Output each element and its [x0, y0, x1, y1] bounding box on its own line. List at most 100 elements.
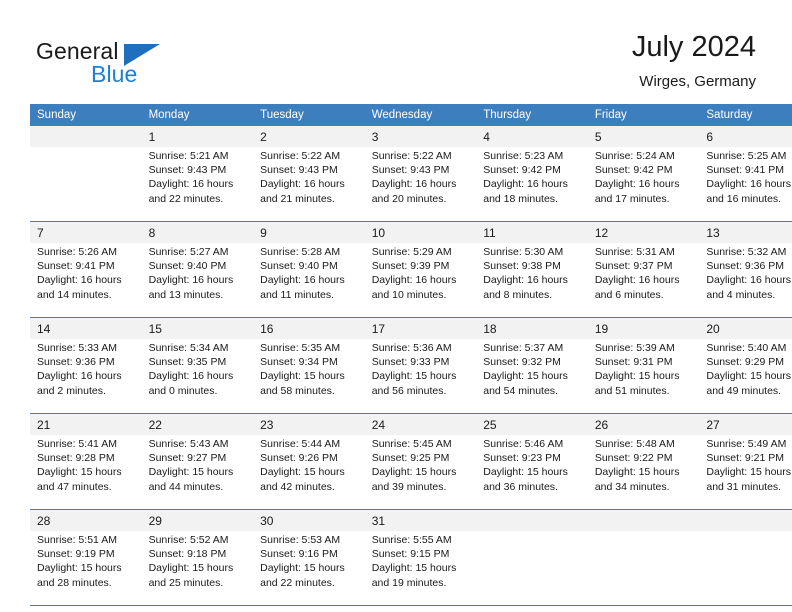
day-cell[interactable]: Sunrise: 5:31 AM Sunset: 9:37 PM Daylight:… [587, 243, 700, 317]
day-number[interactable]: 12 [587, 222, 700, 243]
day-sunset-text: Sunset: 9:32 PM [483, 356, 561, 369]
day-cell[interactable]: Sunrise: 5:55 AM Sunset: 9:15 PM Daylight:… [364, 531, 477, 605]
day-number[interactable]: 22 [141, 414, 254, 435]
day-cell[interactable]: Sunrise: 5:34 AM Sunset: 9:35 PM Daylight:… [141, 339, 254, 413]
day-cell-empty [587, 531, 700, 605]
day-cell[interactable]: Sunrise: 5:36 AM Sunset: 9:33 PM Daylight:… [364, 339, 477, 413]
day-number[interactable]: 31 [364, 510, 477, 531]
day-cell[interactable]: Sunrise: 5:30 AM Sunset: 9:38 PM Daylight:… [476, 243, 588, 317]
day-cell[interactable]: Sunrise: 5:21 AM Sunset: 9:43 PM Daylight:… [141, 147, 254, 221]
day-number[interactable]: 26 [587, 414, 700, 435]
day-number[interactable]: 5 [587, 126, 700, 147]
day-number[interactable]: 15 [141, 318, 254, 339]
day-daylight-2-text: and 17 minutes. [594, 192, 670, 205]
day-daylight-2-text: and 44 minutes. [148, 480, 224, 493]
day-number[interactable]: 28 [30, 510, 142, 531]
day-number[interactable]: 13 [699, 222, 792, 243]
day-number[interactable]: 29 [141, 510, 254, 531]
day-number[interactable]: 23 [253, 414, 365, 435]
day-number[interactable]: 24 [364, 414, 477, 435]
day-sunset-text: Sunset: 9:25 PM [371, 452, 450, 465]
day-cell[interactable]: Sunrise: 5:48 AM Sunset: 9:22 PM Daylight:… [587, 435, 700, 509]
day-cell[interactable]: Sunrise: 5:24 AM Sunset: 9:42 PM Daylight:… [587, 147, 700, 221]
day-cell[interactable]: Sunrise: 5:46 AM Sunset: 9:23 PM Daylight:… [476, 435, 588, 509]
day-number[interactable]: 19 [587, 318, 700, 339]
day-sunset-text: Sunset: 9:43 PM [260, 164, 338, 177]
day-number[interactable]: 2 [253, 126, 365, 147]
day-number-empty [587, 510, 700, 531]
day-sunset-text: Sunset: 9:37 PM [594, 260, 673, 273]
day-cell[interactable]: Sunrise: 5:35 AM Sunset: 9:34 PM Daylight:… [253, 339, 365, 413]
day-daylight-1-text: Daylight: 15 hours [148, 562, 234, 575]
day-number[interactable]: 16 [253, 318, 365, 339]
day-cell[interactable]: Sunrise: 5:49 AM Sunset: 9:21 PM Daylight:… [699, 435, 792, 509]
day-sunset-text: Sunset: 9:21 PM [706, 452, 785, 465]
day-number[interactable]: 20 [699, 318, 792, 339]
day-cell[interactable]: Sunrise: 5:52 AM Sunset: 9:18 PM Daylight:… [141, 531, 254, 605]
day-number[interactable]: 6 [699, 126, 792, 147]
day-sunset-text: Sunset: 9:40 PM [148, 260, 227, 273]
day-daylight-2-text: and 0 minutes. [148, 384, 218, 397]
day-number[interactable]: 11 [476, 222, 588, 243]
day-sunrise-text: Sunrise: 5:49 AM [706, 438, 787, 450]
page-subtitle: Wirges, Germany [639, 73, 756, 90]
day-number[interactable]: 30 [253, 510, 365, 531]
day-sunrise-text: Sunrise: 5:35 AM [260, 342, 341, 354]
day-daylight-1-text: Daylight: 15 hours [483, 370, 568, 383]
day-cell[interactable]: Sunrise: 5:29 AM Sunset: 9:39 PM Daylight:… [364, 243, 477, 317]
day-sunrise-text: Sunrise: 5:23 AM [483, 150, 564, 162]
day-daylight-2-text: and 25 minutes. [148, 576, 224, 589]
day-number[interactable]: 27 [699, 414, 792, 435]
day-daylight-2-text: and 21 minutes. [260, 192, 335, 205]
day-cell[interactable]: Sunrise: 5:32 AM Sunset: 9:36 PM Daylight:… [699, 243, 792, 317]
day-number[interactable]: 17 [364, 318, 477, 339]
day-daylight-2-text: and 31 minutes. [706, 480, 782, 493]
day-cell[interactable]: Sunrise: 5:43 AM Sunset: 9:27 PM Daylight:… [141, 435, 254, 509]
day-number[interactable]: 21 [30, 414, 142, 435]
day-cell[interactable]: Sunrise: 5:27 AM Sunset: 9:40 PM Daylight:… [141, 243, 254, 317]
week-separator-line [30, 605, 792, 606]
day-daylight-1-text: Daylight: 15 hours [37, 466, 122, 479]
day-sunrise-text: Sunrise: 5:52 AM [148, 534, 229, 546]
day-number[interactable]: 25 [476, 414, 588, 435]
day-daylight-2-text: and 22 minutes. [260, 576, 335, 589]
day-number[interactable]: 18 [476, 318, 588, 339]
day-daylight-2-text: and 6 minutes. [594, 288, 664, 301]
day-daylight-1-text: Daylight: 15 hours [260, 562, 345, 575]
day-cell[interactable]: Sunrise: 5:53 AM Sunset: 9:16 PM Daylight:… [253, 531, 365, 605]
day-number[interactable]: 3 [364, 126, 477, 147]
day-cell[interactable]: Sunrise: 5:44 AM Sunset: 9:26 PM Daylight:… [253, 435, 365, 509]
day-sunrise-text: Sunrise: 5:44 AM [260, 438, 341, 450]
week-daynumber-row: 21 22 23 24 25 26 27 [30, 414, 792, 435]
day-sunrise-text: Sunrise: 5:40 AM [706, 342, 787, 354]
day-number[interactable]: 10 [364, 222, 477, 243]
day-number[interactable]: 4 [476, 126, 588, 147]
day-number[interactable]: 9 [253, 222, 365, 243]
day-sunset-text: Sunset: 9:27 PM [148, 452, 227, 465]
day-daylight-1-text: Daylight: 16 hours [37, 274, 122, 287]
day-number-empty [30, 126, 142, 147]
day-sunrise-text: Sunrise: 5:22 AM [371, 150, 452, 162]
day-number[interactable]: 8 [141, 222, 254, 243]
day-number[interactable]: 7 [30, 222, 142, 243]
day-cell[interactable]: Sunrise: 5:45 AM Sunset: 9:25 PM Daylight:… [364, 435, 477, 509]
day-sunrise-text: Sunrise: 5:26 AM [37, 246, 117, 258]
day-sunrise-text: Sunrise: 5:29 AM [371, 246, 452, 258]
day-cell[interactable]: Sunrise: 5:51 AM Sunset: 9:19 PM Daylight:… [30, 531, 142, 605]
day-cell[interactable]: Sunrise: 5:40 AM Sunset: 9:29 PM Daylight:… [699, 339, 792, 413]
day-number[interactable]: 14 [30, 318, 142, 339]
day-cell[interactable]: Sunrise: 5:39 AM Sunset: 9:31 PM Daylight:… [587, 339, 700, 413]
day-cell[interactable]: Sunrise: 5:28 AM Sunset: 9:40 PM Daylight:… [253, 243, 365, 317]
weekday-header-sunday: Sunday [30, 104, 142, 126]
day-cell[interactable]: Sunrise: 5:22 AM Sunset: 9:43 PM Daylight:… [364, 147, 477, 221]
day-cell[interactable]: Sunrise: 5:23 AM Sunset: 9:42 PM Daylight:… [476, 147, 588, 221]
day-cell[interactable]: Sunrise: 5:25 AM Sunset: 9:41 PM Daylight:… [699, 147, 792, 221]
day-cell[interactable]: Sunrise: 5:26 AM Sunset: 9:41 PM Daylight:… [30, 243, 142, 317]
day-cell[interactable]: Sunrise: 5:22 AM Sunset: 9:43 PM Daylight:… [253, 147, 365, 221]
day-cell[interactable]: Sunrise: 5:33 AM Sunset: 9:36 PM Daylight:… [30, 339, 142, 413]
day-cell[interactable]: Sunrise: 5:37 AM Sunset: 9:32 PM Daylight:… [476, 339, 588, 413]
week-daynumber-row: 28 29 30 31 [30, 510, 792, 531]
day-number[interactable]: 1 [141, 126, 254, 147]
day-cell[interactable]: Sunrise: 5:41 AM Sunset: 9:28 PM Daylight:… [30, 435, 142, 509]
day-daylight-2-text: and 39 minutes. [371, 480, 447, 493]
